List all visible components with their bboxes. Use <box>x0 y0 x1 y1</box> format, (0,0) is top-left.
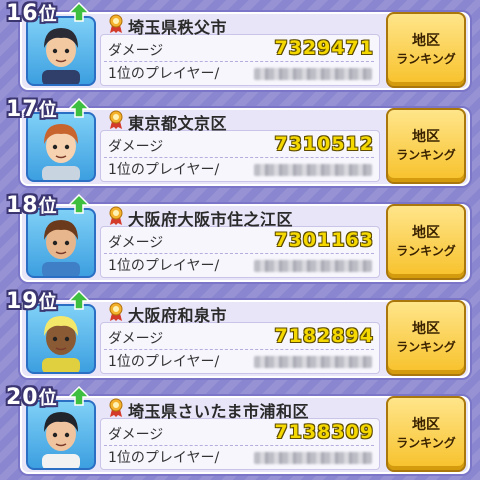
ranking-row: 17位 東京都文京区 ダメージ 7310512 1位のプレイヤー/ 地区 ランキ… <box>0 96 480 188</box>
rank-up-arrow-icon <box>68 98 90 118</box>
rank-up-arrow-icon <box>68 194 90 214</box>
divider <box>104 61 374 62</box>
player-avatar <box>26 112 96 182</box>
medal-icon <box>109 110 123 129</box>
divider <box>104 253 374 254</box>
region-ranking-button[interactable]: 地区 ランキング <box>386 12 466 88</box>
damage-label: ダメージ <box>108 331 164 347</box>
region-ranking-button-line1: 地区 <box>412 129 440 145</box>
player-avatar <box>26 400 96 470</box>
rank-up-arrow-icon <box>68 386 90 406</box>
damage-value: 7301163 <box>274 229 374 251</box>
top-player-label: 1位のプレイヤー/ <box>108 258 220 274</box>
damage-value: 7310512 <box>274 133 374 155</box>
damage-value: 7182894 <box>274 325 374 347</box>
region-ranking-button[interactable]: 地区 ランキング <box>386 108 466 184</box>
damage-label: ダメージ <box>108 139 164 155</box>
rank-label: 18位 <box>6 193 58 218</box>
divider <box>104 445 374 446</box>
medal-icon <box>109 14 123 33</box>
brown-haired-boy-face-icon <box>42 220 80 276</box>
rank-up-arrow-icon <box>68 2 90 22</box>
region-ranking-button-line2: ランキング <box>396 340 456 354</box>
region-name: 埼玉県さいたま市浦和区 <box>128 402 310 421</box>
region-ranking-button[interactable]: 地区 ランキング <box>386 300 466 376</box>
divider <box>104 157 374 158</box>
dark-haired-boy-face-icon <box>42 412 80 468</box>
region-name: 大阪府和泉市 <box>128 306 228 325</box>
rank-up-arrow-icon <box>68 290 90 310</box>
region-name: 埼玉県秩父市 <box>128 18 228 37</box>
region-ranking-button-line1: 地区 <box>412 417 440 433</box>
damage-value: 7329471 <box>274 37 374 59</box>
damage-value: 7138309 <box>274 421 374 443</box>
region-ranking-button-line2: ランキング <box>396 244 456 258</box>
region-ranking-button-line1: 地区 <box>412 225 440 241</box>
region-ranking-button-line2: ランキング <box>396 52 456 66</box>
blurred-player-name <box>254 68 372 80</box>
damage-label: ダメージ <box>108 427 164 443</box>
rank-label: 17位 <box>6 97 58 122</box>
player-avatar <box>26 304 96 374</box>
ranking-row: 20位 埼玉県さいたま市浦和区 ダメージ 7138309 1位のプレイヤー/ 地… <box>0 384 480 476</box>
damage-label: ダメージ <box>108 43 164 59</box>
player-avatar <box>26 208 96 278</box>
top-player-label: 1位のプレイヤー/ <box>108 354 220 370</box>
blurred-player-name <box>254 260 372 272</box>
region-ranking-button-line2: ランキング <box>396 436 456 450</box>
dark-haired-boy-face-icon <box>42 28 80 84</box>
brown-haired-girl-face-icon <box>42 124 80 180</box>
blurred-player-name <box>254 452 372 464</box>
blurred-player-name <box>254 356 372 368</box>
region-name: 大阪府大阪市住之江区 <box>128 210 294 229</box>
player-avatar <box>26 16 96 86</box>
medal-icon <box>109 398 123 417</box>
blurred-player-name <box>254 164 372 176</box>
region-name: 東京都文京区 <box>128 114 228 133</box>
medal-icon <box>109 206 123 225</box>
rank-label: 20位 <box>6 385 58 410</box>
region-ranking-button-line2: ランキング <box>396 148 456 162</box>
rank-label: 19位 <box>6 289 58 314</box>
top-player-label: 1位のプレイヤー/ <box>108 162 220 178</box>
capped-boy-face-icon <box>42 316 80 372</box>
ranking-row: 19位 大阪府和泉市 ダメージ 7182894 1位のプレイヤー/ 地区 ランキ… <box>0 288 480 380</box>
medal-icon <box>109 302 123 321</box>
region-ranking-button-line1: 地区 <box>412 33 440 49</box>
rank-label: 16位 <box>6 1 58 26</box>
ranking-row: 16位 埼玉県秩父市 ダメージ 7329471 1位のプレイヤー/ 地区 ランキ… <box>0 0 480 92</box>
divider <box>104 349 374 350</box>
top-player-label: 1位のプレイヤー/ <box>108 450 220 466</box>
damage-label: ダメージ <box>108 235 164 251</box>
top-player-label: 1位のプレイヤー/ <box>108 66 220 82</box>
region-ranking-button[interactable]: 地区 ランキング <box>386 396 466 472</box>
ranking-row: 18位 大阪府大阪市住之江区 ダメージ 7301163 1位のプレイヤー/ 地区… <box>0 192 480 284</box>
region-ranking-button-line1: 地区 <box>412 321 440 337</box>
region-ranking-button[interactable]: 地区 ランキング <box>386 204 466 280</box>
